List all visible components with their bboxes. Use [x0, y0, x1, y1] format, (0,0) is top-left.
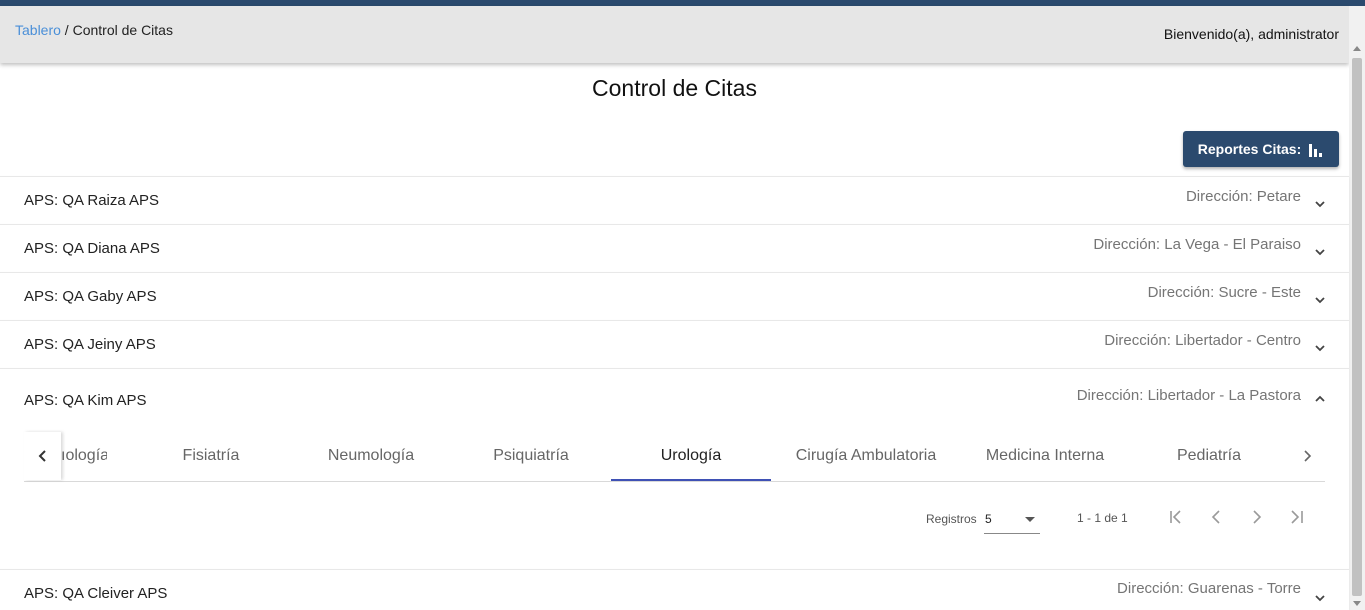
paginator-label: Registros — [926, 512, 977, 526]
previous-page-icon[interactable] — [1208, 508, 1226, 526]
chevron-down-icon[interactable] — [1315, 295, 1325, 305]
tab-pediatria[interactable]: Pediatría — [1129, 447, 1289, 465]
dropdown-caret-icon[interactable] — [1025, 517, 1035, 522]
active-tab-indicator — [611, 479, 771, 481]
panel-aps-raiza[interactable]: APS: QA Raiza APS Dirección: Petare — [0, 176, 1349, 224]
page-title: Control de Citas — [592, 75, 757, 101]
scroll-up-arrow-icon[interactable] — [1353, 46, 1361, 51]
breadcrumb-separator: / — [60, 22, 73, 38]
next-page-icon[interactable] — [1248, 508, 1266, 526]
chevron-down-icon[interactable] — [1315, 593, 1325, 603]
panel-title: APS: QA Diana APS — [24, 240, 160, 257]
vertical-scrollbar[interactable] — [1349, 6, 1365, 610]
panel-direction: Dirección: Sucre - Este — [1147, 284, 1301, 301]
tabs-scroll-right-button[interactable] — [1288, 432, 1325, 480]
last-page-icon[interactable] — [1288, 508, 1306, 526]
bar-chart-icon — [1309, 142, 1324, 157]
breadcrumb-current: Control de Citas — [72, 22, 173, 38]
panel-title: APS: QA Jeiny APS — [24, 336, 156, 353]
page-size-select[interactable]: 5 — [985, 512, 992, 526]
panel-aps-jeiny[interactable]: APS: QA Jeiny APS Dirección: Libertador … — [0, 320, 1349, 368]
panel-aps-cleiver[interactable]: APS: QA Cleiver APS Dirección: Guarenas … — [0, 569, 1349, 610]
tab-urologia[interactable]: Urología — [611, 447, 771, 465]
first-page-icon[interactable] — [1168, 508, 1186, 526]
chevron-down-icon[interactable] — [1315, 199, 1325, 209]
reports-button[interactable]: Reportes Citas: — [1183, 131, 1339, 167]
tab-cirugia-ambulatoria[interactable]: Cirugía Ambulatoria — [771, 447, 961, 465]
chevron-left-icon — [38, 450, 46, 462]
paginator-range: 1 - 1 de 1 — [1077, 511, 1128, 525]
app-header: Tablero / Control de Citas Bienvenido(a)… — [0, 6, 1349, 63]
panel-direction: Dirección: Petare — [1185, 188, 1301, 205]
welcome-text: Bienvenido(a), administrator — [1163, 26, 1339, 42]
reports-button-label: Reportes Citas: — [1197, 141, 1302, 157]
breadcrumb-link-tablero[interactable]: Tablero — [15, 22, 61, 38]
panel-title: APS: QA Kim APS — [24, 392, 147, 409]
chevron-down-icon[interactable] — [1315, 247, 1325, 257]
panel-title: APS: QA Gaby APS — [24, 288, 157, 305]
specialty-tabs: ıología Fisiatría Neumología Psiquiatría… — [24, 432, 1325, 482]
chevron-right-icon — [1303, 450, 1311, 462]
scroll-down-arrow-icon[interactable] — [1353, 601, 1361, 606]
panel-direction: Dirección: La Vega - El Paraiso — [1093, 236, 1301, 253]
panel-title: APS: QA Raiza APS — [24, 192, 160, 209]
chevron-down-icon[interactable] — [1315, 343, 1325, 353]
page-size-underline — [984, 533, 1040, 534]
tabs-scroll-left-button[interactable] — [24, 432, 61, 480]
chevron-up-icon[interactable] — [1315, 394, 1325, 404]
panel-direction: Dirección: Libertador - Centro — [1104, 332, 1301, 349]
panel-aps-gaby[interactable]: APS: QA Gaby APS Dirección: Sucre - Este — [0, 272, 1349, 320]
breadcrumb: Tablero / Control de Citas — [15, 22, 173, 38]
panel-direction: Dirección: Guarenas - Torre — [1117, 580, 1301, 597]
scroll-thumb[interactable] — [1352, 58, 1362, 596]
tab-neurologia[interactable]: ıología — [61, 447, 107, 465]
panel-aps-diana[interactable]: APS: QA Diana APS Dirección: La Vega - E… — [0, 224, 1349, 272]
tab-medicina-interna[interactable]: Medicina Interna — [961, 447, 1129, 465]
tab-fisiatria[interactable]: Fisiatría — [131, 447, 291, 465]
tab-neumologia[interactable]: Neumología — [291, 447, 451, 465]
tab-psiquiatria[interactable]: Psiquiatría — [451, 447, 611, 465]
panel-title: APS: QA Cleiver APS — [24, 585, 168, 602]
panel-direction: Dirección: Libertador - La Pastora — [1076, 387, 1301, 404]
